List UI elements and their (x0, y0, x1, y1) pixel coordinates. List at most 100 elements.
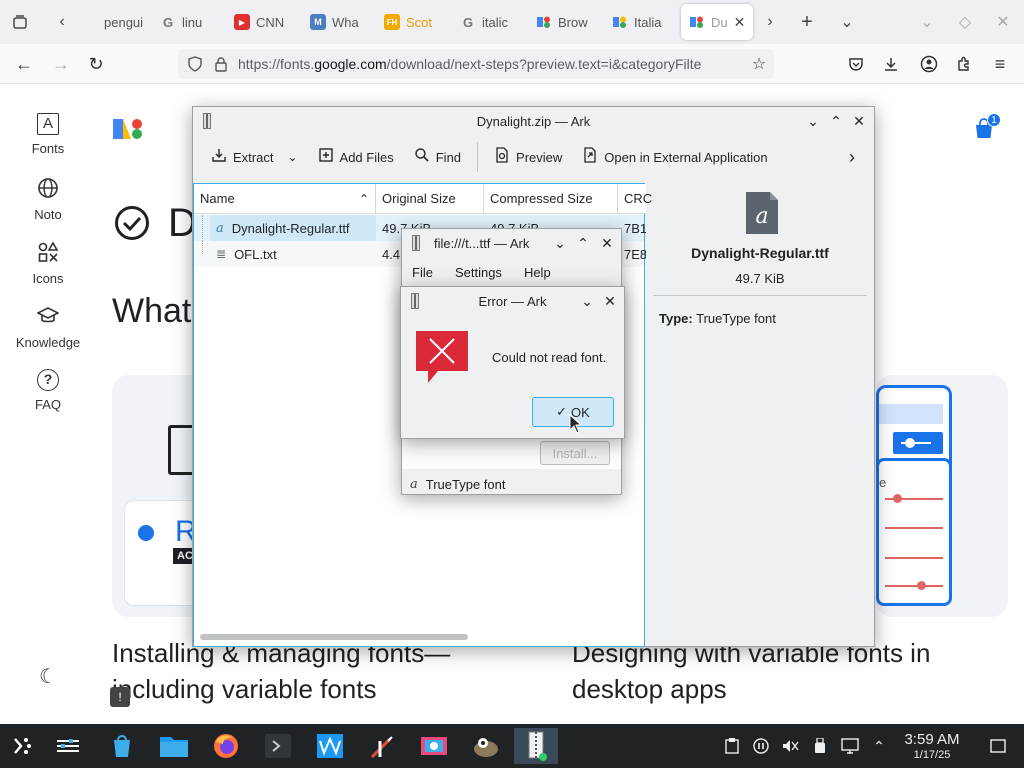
screenshot-task[interactable] (412, 728, 456, 764)
browser-tab-bar: ‹ pengui G linu ▶ CNN M Wha FH Scot G it… (0, 0, 1024, 44)
menu-icon[interactable]: ≡ (989, 53, 1011, 75)
audio-task[interactable] (360, 728, 404, 764)
terminal-task[interactable] (256, 728, 300, 764)
slider-track (885, 557, 943, 559)
cell-crc: 7B1 (624, 220, 646, 236)
system-tray-expand-icon[interactable]: ⌃ (869, 736, 889, 756)
tab-label: Du (711, 14, 728, 30)
usb-device-icon[interactable] (810, 736, 830, 756)
reload-button[interactable]: ↻ (85, 53, 107, 75)
horizontal-scrollbar[interactable] (200, 634, 468, 640)
system-settings-task[interactable] (46, 728, 90, 764)
toolbar-overflow-icon[interactable]: › (849, 147, 855, 168)
tab-8-active[interactable]: Du ✕ (681, 4, 753, 40)
minimize-icon[interactable]: ⌄ (551, 234, 569, 252)
ark-titlebar[interactable]: Dynalight.zip — Ark ⌄ ⌃ ✕ (193, 107, 874, 135)
close-icon[interactable]: ✕ (598, 234, 616, 252)
shield-icon[interactable] (188, 56, 202, 75)
back-button[interactable]: ← (13, 53, 35, 75)
account-icon[interactable] (918, 53, 940, 75)
tab-6[interactable]: Brow (528, 4, 602, 40)
google-fonts-logo[interactable] (113, 117, 145, 144)
rail-item-noto[interactable]: Noto (0, 177, 96, 222)
pocket-icon[interactable] (845, 53, 867, 75)
tabs-scroll-left-icon[interactable]: ‹ (52, 12, 72, 32)
column-label: Original Size (382, 191, 456, 206)
close-window-icon[interactable]: ✕ (993, 12, 1013, 32)
info-filename: Dynalight-Regular.ttf (691, 245, 829, 261)
tabs-scroll-right-icon[interactable]: › (760, 12, 780, 32)
file-name: OFL.txt (234, 246, 277, 262)
application-launcher[interactable] (0, 728, 44, 764)
close-tab-icon[interactable]: ✕ (734, 14, 746, 31)
gimp-task[interactable] (464, 728, 508, 764)
close-icon[interactable]: ✕ (601, 292, 619, 310)
dark-mode-toggle[interactable]: ☾ (0, 665, 96, 695)
monitor-task[interactable] (308, 728, 352, 764)
extensions-icon[interactable] (953, 53, 975, 75)
tab-4[interactable]: FH Scot (376, 4, 450, 40)
new-tab-icon[interactable]: + (797, 11, 817, 33)
tab-label: linu (182, 14, 203, 30)
tab-0[interactable]: pengui (74, 4, 152, 40)
network-wired-icon[interactable] (840, 736, 860, 756)
add-files-button[interactable]: Add Files (310, 142, 402, 172)
close-icon[interactable]: ✕ (850, 112, 868, 130)
volume-muted-icon[interactable] (780, 736, 800, 756)
maximize-icon[interactable]: ◇ (955, 12, 975, 32)
rail-item-faq[interactable]: ? FAQ (0, 369, 96, 412)
minimize-icon[interactable]: ⌄ (917, 12, 937, 32)
bookmark-star-icon[interactable]: ☆ (748, 53, 770, 75)
maximize-icon[interactable]: ⌃ (827, 112, 845, 130)
cart-icon[interactable]: 1 (972, 113, 1001, 144)
menu-settings[interactable]: Settings (455, 265, 502, 280)
chevron-down-icon[interactable]: ⌄ (837, 12, 857, 32)
slider-knob (893, 494, 902, 503)
file-manager-task[interactable] (152, 728, 196, 764)
tab-5[interactable]: G italic (452, 4, 526, 40)
maximize-icon[interactable]: ⌃ (574, 234, 592, 252)
forward-button[interactable]: → (50, 53, 72, 75)
shapes-icon (36, 241, 60, 265)
preview-button[interactable]: Preview (486, 142, 570, 172)
column-label: CRC (624, 191, 653, 206)
viewer-titlebar[interactable]: file:///t...ttf — Ark ⌄ ⌃ ✕ (402, 229, 621, 257)
downloads-icon[interactable] (880, 53, 902, 75)
discover-task[interactable] (100, 728, 144, 764)
column-header-crc[interactable]: CRC (618, 184, 652, 214)
menu-help[interactable]: Help (524, 265, 551, 280)
clipboard-icon[interactable] (722, 736, 742, 756)
tab-label: Italia (634, 14, 662, 30)
show-desktop-icon[interactable] (988, 736, 1008, 756)
clock[interactable]: 3:59 AM 1/17/25 (892, 731, 972, 761)
media-pause-icon[interactable] (751, 736, 771, 756)
column-header-compressed-size[interactable]: Compressed Size (484, 184, 618, 214)
check-circle-icon (114, 205, 150, 244)
rail-item-fonts[interactable]: A Fonts (0, 113, 96, 156)
column-header-name[interactable]: Name ⌃ (194, 184, 376, 214)
firefox-task[interactable] (204, 728, 248, 764)
install-button[interactable]: Install... (540, 441, 610, 465)
menu-file[interactable]: File (412, 265, 433, 280)
minimize-icon[interactable]: ⌄ (578, 292, 596, 310)
url-bar[interactable]: https://fonts. google.com/download/next-s… (178, 49, 774, 79)
rail-item-icons[interactable]: Icons (0, 241, 96, 286)
error-titlebar[interactable]: Error — Ark ⌄ ✕ (401, 287, 624, 315)
column-header-original-size[interactable]: Original Size (376, 184, 484, 214)
card-right[interactable]: e (876, 375, 1008, 617)
extract-button[interactable]: Extract ⌄ (203, 142, 306, 172)
tab-overview-icon[interactable] (10, 12, 30, 32)
lock-icon[interactable] (214, 56, 228, 75)
tab-7[interactable]: Italia (604, 4, 678, 40)
rail-item-knowledge[interactable]: Knowledge (0, 305, 96, 350)
feedback-icon[interactable]: ! (110, 687, 130, 707)
tab-1[interactable]: G linu (152, 4, 222, 40)
ark-task[interactable] (514, 728, 558, 764)
find-button[interactable]: Find (406, 142, 469, 172)
open-external-button[interactable]: Open in External Application (574, 142, 775, 172)
chevron-down-icon[interactable]: ⌄ (287, 150, 297, 164)
svg-text:a: a (755, 204, 768, 229)
minimize-icon[interactable]: ⌄ (804, 112, 822, 130)
tab-2[interactable]: ▶ CNN (226, 4, 300, 40)
tab-3[interactable]: M Wha (302, 4, 374, 40)
